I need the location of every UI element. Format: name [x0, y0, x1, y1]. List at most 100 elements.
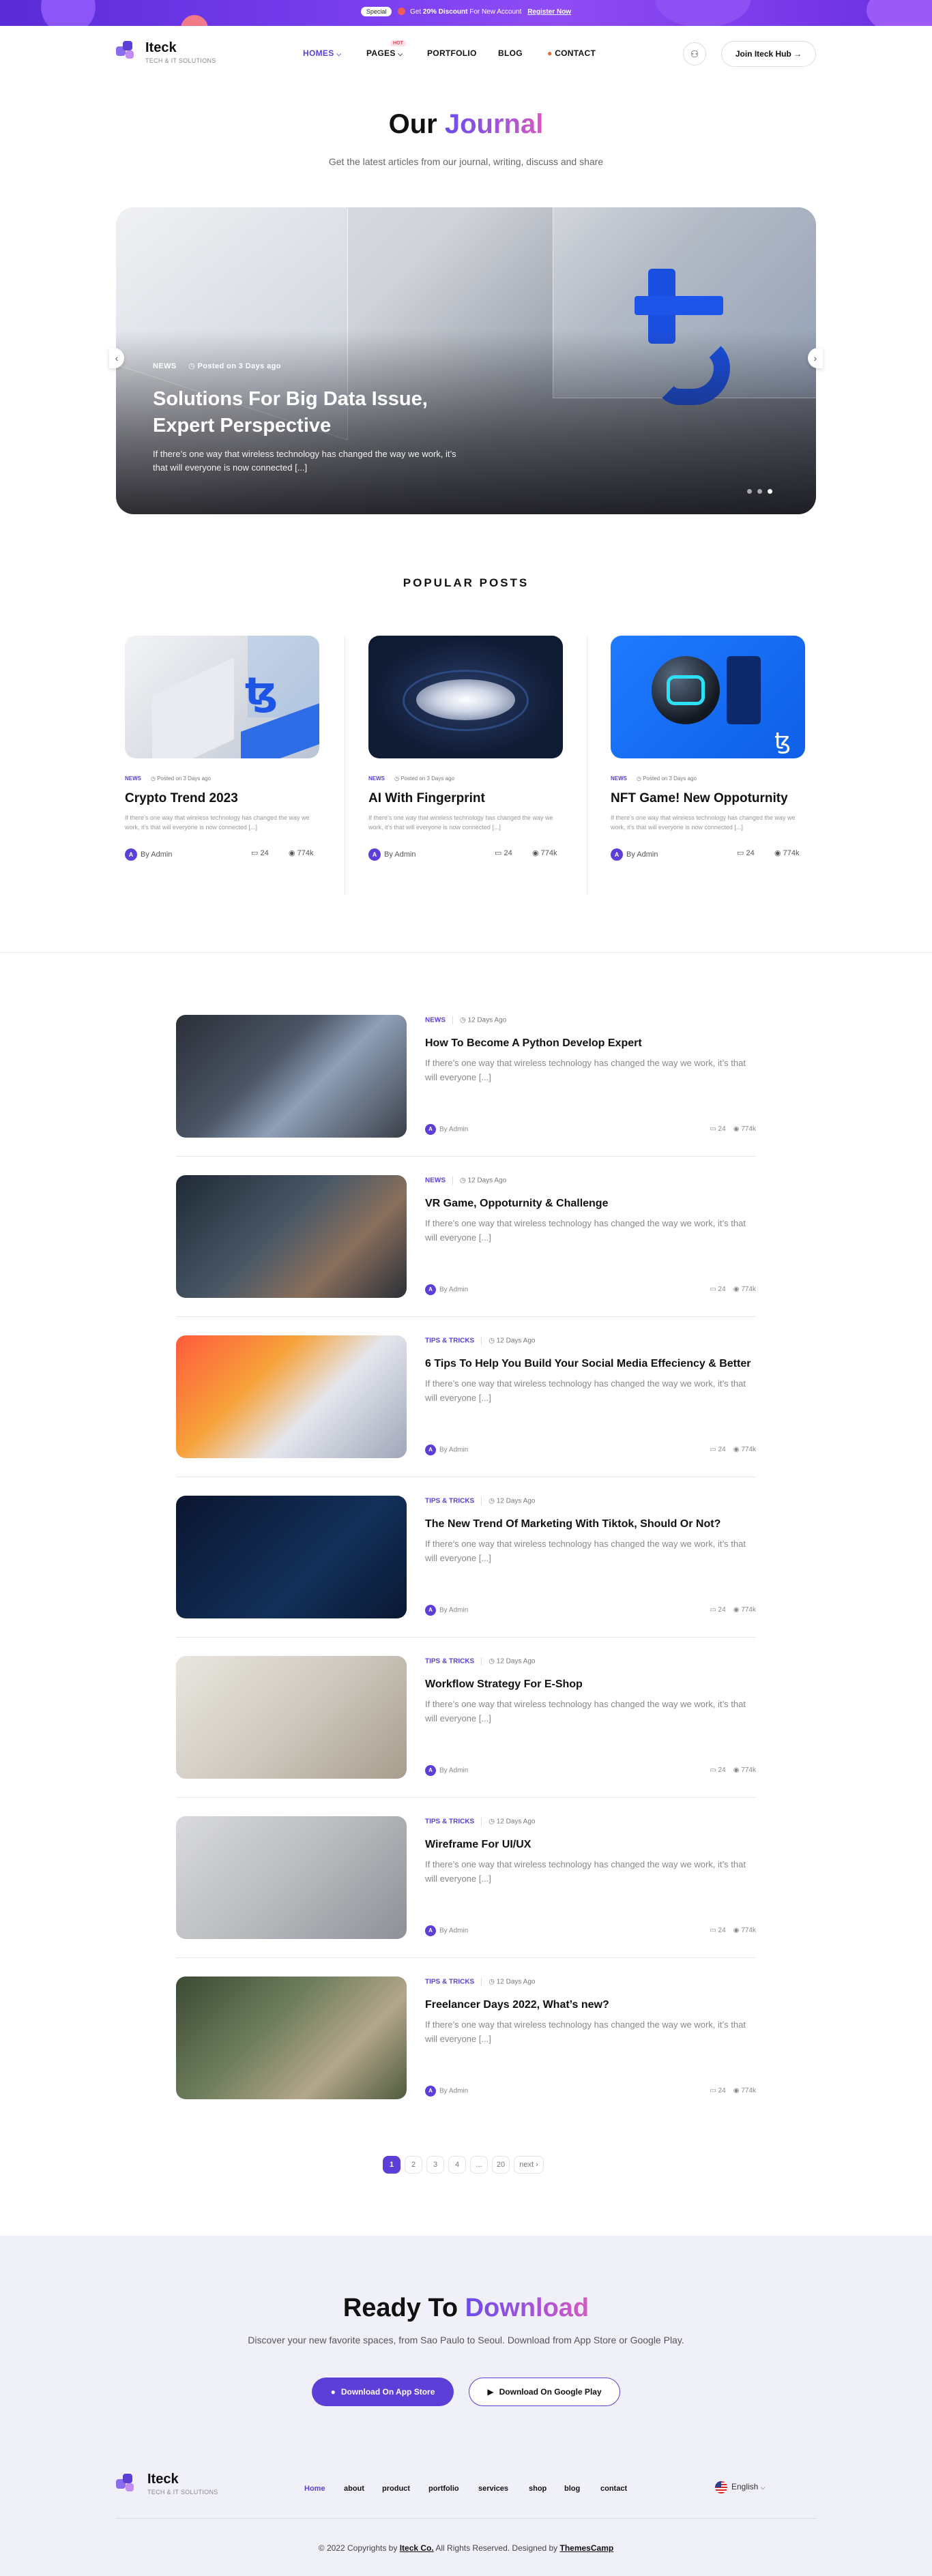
post-title[interactable]: Wireframe For UI/UX [425, 1837, 756, 1852]
flame-icon: ● [547, 48, 553, 58]
register-now-link[interactable]: Register Now [527, 8, 571, 16]
google-play-button[interactable]: ▶ Download On Google Play [469, 2378, 620, 2406]
footer-nav-home[interactable]: Home [304, 2485, 325, 2493]
page-button[interactable]: 4 [448, 2156, 466, 2174]
footer-nav-services[interactable]: services [478, 2485, 508, 2493]
list-item[interactable]: TIPS & TRICKS ◷ 12 Days Ago 6 Tips To Help… [176, 1335, 756, 1458]
nav-contact[interactable]: ● CONTACT [547, 48, 596, 58]
popular-posts-heading: POPULAR POSTS [403, 576, 529, 589]
post-thumbnail[interactable]: ꜩ [125, 636, 319, 758]
footer-nav-portfolio[interactable]: portfolio [428, 2485, 459, 2493]
slider-dot[interactable] [757, 489, 762, 494]
post-title[interactable]: Freelancer Days 2022, What’s new? [425, 1997, 756, 2013]
list-item[interactable]: TIPS & TRICKS ◷ 12 Days Ago Freelancer Day… [176, 1977, 756, 2099]
app-store-button[interactable]: ● Download On App Store [312, 2378, 454, 2406]
footer-brand-name[interactable]: Iteck [147, 2472, 179, 2487]
post-divider [176, 1637, 756, 1638]
footer-logo-icon[interactable] [116, 2474, 136, 2494]
post-thumbnail[interactable] [368, 636, 563, 758]
post-thumbnail[interactable]: ꜩ [611, 636, 805, 758]
avatar: A [368, 848, 381, 861]
view-count: 774k [741, 1125, 756, 1133]
copyright: © 2022 Copyrights by Iteck Co. All Right… [318, 2543, 614, 2553]
comment-count: 24 [718, 2087, 726, 2094]
footer-nav-product[interactable]: product [382, 2485, 410, 2493]
nav-blog[interactable]: BLOG [498, 48, 523, 58]
page-subtitle: Get the latest articles from our journal… [328, 156, 604, 167]
post-category: NEWS [125, 775, 141, 782]
post-title[interactable]: VR Game, Oppoturnity & Challenge [425, 1196, 756, 1211]
post-title[interactable]: 6 Tips To Help You Build Your Social Med… [425, 1356, 756, 1372]
iteck-logo-icon[interactable] [116, 41, 136, 61]
eye-icon: ◉ [774, 849, 781, 857]
user-account-button[interactable]: ⚇ [683, 42, 706, 65]
slider-dot-active[interactable] [768, 489, 772, 494]
footer-nav-shop[interactable]: shop [529, 2485, 547, 2493]
nav-pages[interactable]: PAGES ⌵ [366, 48, 403, 58]
list-item[interactable]: NEWS ◷ 12 Days Ago VR Game, Oppoturnity & … [176, 1175, 756, 1298]
view-count: 774k [783, 849, 800, 857]
list-item[interactable]: TIPS & TRICKS ◷ 12 Days Ago The New Trend … [176, 1496, 756, 1618]
nav-homes[interactable]: HOMES ⌵ [303, 48, 341, 58]
post-thumbnail[interactable] [176, 1175, 407, 1298]
eye-icon: ◉ [733, 1606, 740, 1614]
us-flag-icon [715, 2481, 727, 2493]
popular-card[interactable]: ꜩ NEWS ◷ Posted on 3 Days ago Crypto Tren… [125, 636, 319, 895]
post-date: 12 Days Ago [496, 1818, 536, 1826]
join-hub-button[interactable]: Join Iteck Hub → [721, 41, 816, 67]
post-thumbnail[interactable] [176, 1816, 407, 1939]
brand-name[interactable]: Iteck [145, 40, 177, 56]
post-title[interactable]: NFT Game! New Oppoturnity [611, 791, 788, 806]
featured-slider[interactable]: NEWS ◷ Posted on 3 Days ago Solutions Fo… [116, 207, 816, 514]
footer-nav-contact[interactable]: contact [600, 2485, 627, 2493]
comment-count: 24 [718, 1766, 726, 1774]
list-item[interactable]: NEWS ◷ 12 Days Ago How To Become A Python … [176, 1015, 756, 1138]
post-excerpt: If there’s one way that wireless technol… [425, 1859, 746, 1884]
popular-card[interactable]: ꜩ NEWS ◷ Posted on 3 Days ago NFT Game! N… [611, 636, 805, 895]
special-tag: Special [360, 7, 392, 16]
post-date: Posted on 3 Days ago [401, 775, 454, 782]
post-category: TIPS & TRICKS [425, 1657, 475, 1665]
footer-nav-about[interactable]: about [344, 2485, 364, 2493]
post-thumbnail[interactable] [176, 1496, 407, 1618]
page-button[interactable]: ... [470, 2156, 488, 2174]
comment-icon: ▭ [495, 849, 502, 857]
post-date: 12 Days Ago [467, 1016, 507, 1024]
language-selector[interactable]: English ⌵ [715, 2481, 766, 2493]
post-thumbnail[interactable] [176, 1656, 407, 1779]
post-title[interactable]: Crypto Trend 2023 [125, 791, 238, 806]
post-thumbnail[interactable] [176, 1977, 407, 2099]
post-excerpt: If there’s one way that wireless technol… [611, 814, 796, 831]
view-count: 774k [741, 1927, 756, 1934]
comment-count: 24 [718, 1286, 726, 1293]
post-title[interactable]: How To Become A Python Develop Expert [425, 1035, 756, 1051]
slider-next-button[interactable]: › [808, 348, 823, 368]
comment-count: 24 [746, 849, 755, 857]
avatar: A [425, 1605, 436, 1616]
slider-dot[interactable] [747, 489, 752, 494]
download-section [0, 2236, 932, 2576]
company-link[interactable]: Iteck Co. [400, 2543, 434, 2553]
footer-nav-blog[interactable]: blog [564, 2485, 580, 2493]
post-author: By Admin [439, 1125, 469, 1134]
post-thumbnail[interactable] [176, 1015, 407, 1138]
slide-title[interactable]: Solutions For Big Data Issue, Expert Per… [153, 386, 467, 439]
post-title[interactable]: AI With Fingerprint [368, 791, 485, 806]
page-button[interactable]: 2 [405, 2156, 422, 2174]
popular-card[interactable]: NEWS ◷ Posted on 3 Days ago AI With Finge… [368, 636, 563, 895]
page-button[interactable]: 20 [492, 2156, 510, 2174]
page-button[interactable]: 1 [383, 2156, 401, 2174]
list-item[interactable]: TIPS & TRICKS ◷ 12 Days Ago Wireframe For … [176, 1816, 756, 1939]
post-thumbnail[interactable] [176, 1335, 407, 1458]
nav-portfolio[interactable]: PORTFOLIO [427, 48, 477, 58]
list-item[interactable]: TIPS & TRICKS ◷ 12 Days Ago Workflow Strat… [176, 1656, 756, 1779]
post-title[interactable]: Workflow Strategy For E-Shop [425, 1676, 756, 1692]
page-title: Our Journal [388, 109, 544, 139]
slider-dots[interactable] [747, 485, 778, 497]
page-button[interactable]: 3 [426, 2156, 444, 2174]
post-title[interactable]: The New Trend Of Marketing With Tiktok, … [425, 1516, 756, 1532]
designer-link[interactable]: ThemesCamp [560, 2543, 614, 2553]
post-excerpt: If there’s one way that wireless technol… [125, 814, 310, 831]
clock-icon: ◷ [460, 1176, 466, 1185]
next-page-button[interactable]: next › [514, 2156, 544, 2174]
